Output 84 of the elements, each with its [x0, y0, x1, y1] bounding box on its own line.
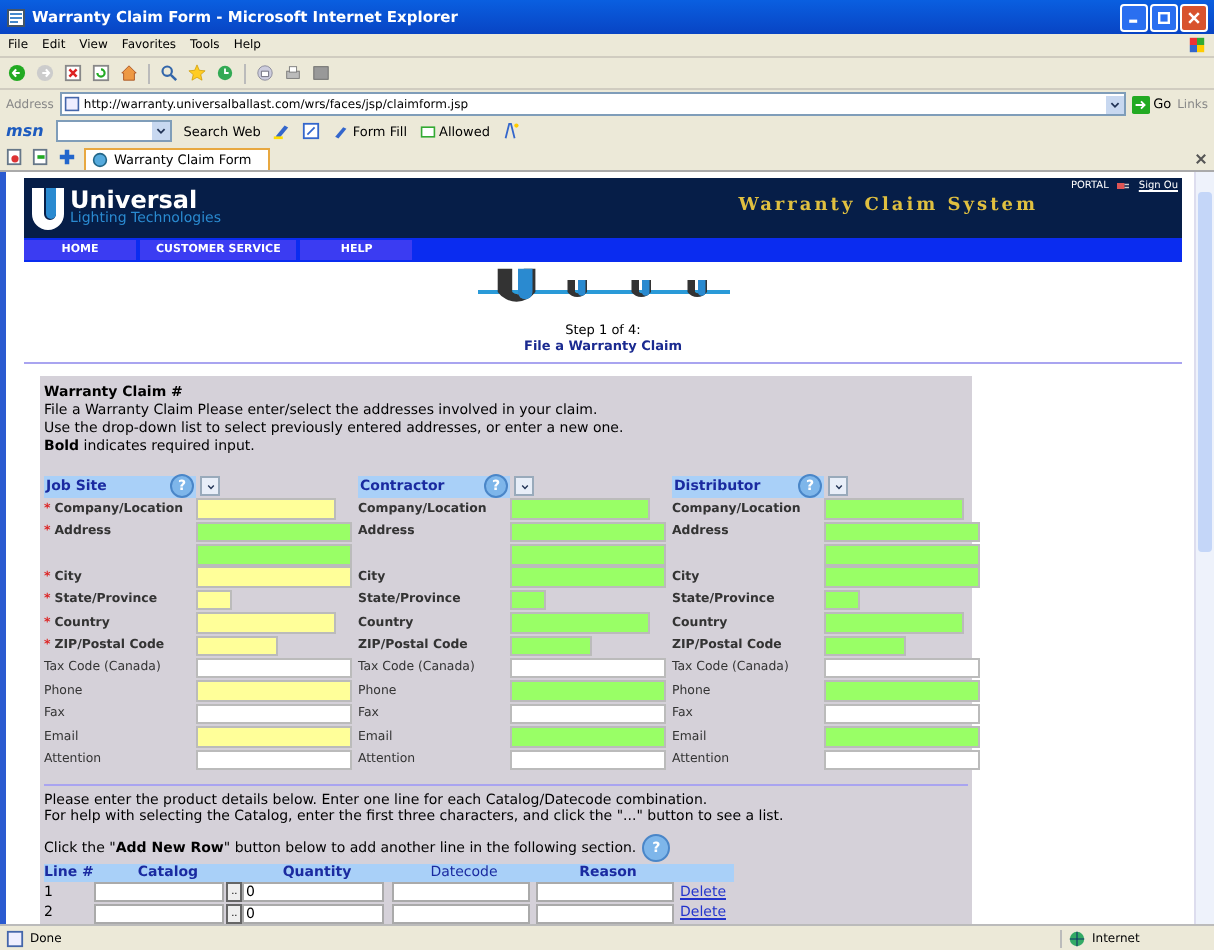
input-field[interactable]	[196, 498, 336, 520]
arrow-icon	[1131, 95, 1150, 113]
close-button[interactable]	[1180, 3, 1208, 31]
input-field[interactable]	[510, 657, 666, 679]
input-field[interactable]	[824, 566, 980, 588]
forward-icon[interactable]	[36, 64, 54, 82]
input-field[interactable]	[196, 635, 278, 657]
input-field[interactable]	[196, 703, 352, 725]
refresh-icon[interactable]	[92, 64, 110, 82]
input-field[interactable]	[510, 726, 666, 748]
highlight-icon[interactable]	[272, 122, 291, 140]
input-field[interactable]	[824, 749, 980, 771]
home-icon[interactable]	[120, 64, 138, 82]
input-field[interactable]	[510, 498, 650, 520]
logo-icon	[28, 185, 68, 230]
dropdown-arrow-icon[interactable]	[151, 122, 170, 140]
input-field[interactable]	[510, 680, 666, 702]
address-dropdown[interactable]	[514, 476, 534, 497]
logo-wordmark: Universal	[70, 188, 198, 213]
globe-icon	[92, 152, 108, 168]
input-field[interactable]	[510, 566, 666, 588]
input-field[interactable]	[510, 521, 666, 543]
input-field[interactable]	[196, 749, 352, 771]
datecode-field[interactable]	[392, 903, 530, 924]
input-field[interactable]	[824, 680, 980, 702]
system-title: Warranty Claim System	[738, 196, 1038, 216]
address-dropdown[interactable]	[828, 476, 848, 497]
catalog-field[interactable]	[94, 903, 225, 924]
input-field[interactable]	[196, 521, 352, 543]
pen-icon	[332, 123, 349, 139]
close-icon	[1186, 9, 1202, 25]
print-icon[interactable]	[284, 64, 302, 82]
datecode-field[interactable]	[392, 882, 530, 903]
input-field[interactable]	[510, 703, 666, 725]
chevron-icon	[517, 479, 531, 494]
input-field[interactable]	[510, 612, 650, 634]
input-field[interactable]	[196, 589, 232, 611]
star-icon[interactable]	[188, 64, 206, 82]
input-field[interactable]	[196, 680, 352, 702]
globe-icon	[1068, 929, 1086, 947]
input-field[interactable]	[824, 703, 980, 725]
input-field[interactable]	[510, 589, 546, 611]
input-field[interactable]	[824, 498, 964, 520]
plug-icon	[1114, 180, 1133, 192]
input-field[interactable]	[196, 657, 352, 679]
page-icon	[6, 929, 24, 947]
input-field[interactable]	[196, 726, 352, 748]
dropdown-arrow-icon[interactable]	[1105, 95, 1124, 113]
chevron-icon	[831, 479, 845, 494]
reason-field[interactable]	[536, 882, 674, 903]
input-field[interactable]	[824, 589, 860, 611]
search-icon[interactable]	[160, 64, 178, 82]
input-field[interactable]	[824, 544, 980, 566]
input-field[interactable]	[196, 566, 352, 588]
page-icon	[63, 96, 80, 112]
input-field[interactable]	[196, 544, 352, 566]
tab-list-icon[interactable]	[6, 148, 24, 166]
input-field[interactable]	[824, 521, 980, 543]
close-tab-icon[interactable]	[1194, 152, 1208, 166]
minimize-button[interactable]	[1120, 3, 1148, 31]
input-field[interactable]	[510, 544, 666, 566]
back-icon[interactable]	[8, 64, 26, 82]
stop-icon[interactable]	[64, 64, 82, 82]
maximize-icon	[1156, 9, 1172, 25]
search-field[interactable]	[55, 120, 172, 142]
input-field[interactable]	[510, 749, 666, 771]
maximize-button[interactable]	[1150, 3, 1178, 31]
quick-tabs-icon[interactable]	[32, 148, 50, 166]
scrollbar[interactable]	[1194, 172, 1214, 924]
page-icon	[6, 7, 26, 27]
input-field[interactable]	[510, 635, 592, 657]
input-field[interactable]	[196, 612, 336, 634]
plus-icon[interactable]	[58, 148, 76, 166]
input-field[interactable]	[824, 657, 980, 679]
window-icon	[419, 123, 435, 139]
chevron-icon	[203, 479, 217, 494]
input-field[interactable]	[824, 635, 906, 657]
windows-logo-icon	[1188, 36, 1206, 54]
input-field[interactable]	[824, 612, 964, 634]
catalog-field[interactable]	[94, 882, 225, 903]
input-field[interactable]	[824, 726, 980, 748]
address-dropdown[interactable]	[200, 476, 220, 497]
msn-logo: msn	[6, 122, 44, 140]
reason-field[interactable]	[536, 903, 674, 924]
